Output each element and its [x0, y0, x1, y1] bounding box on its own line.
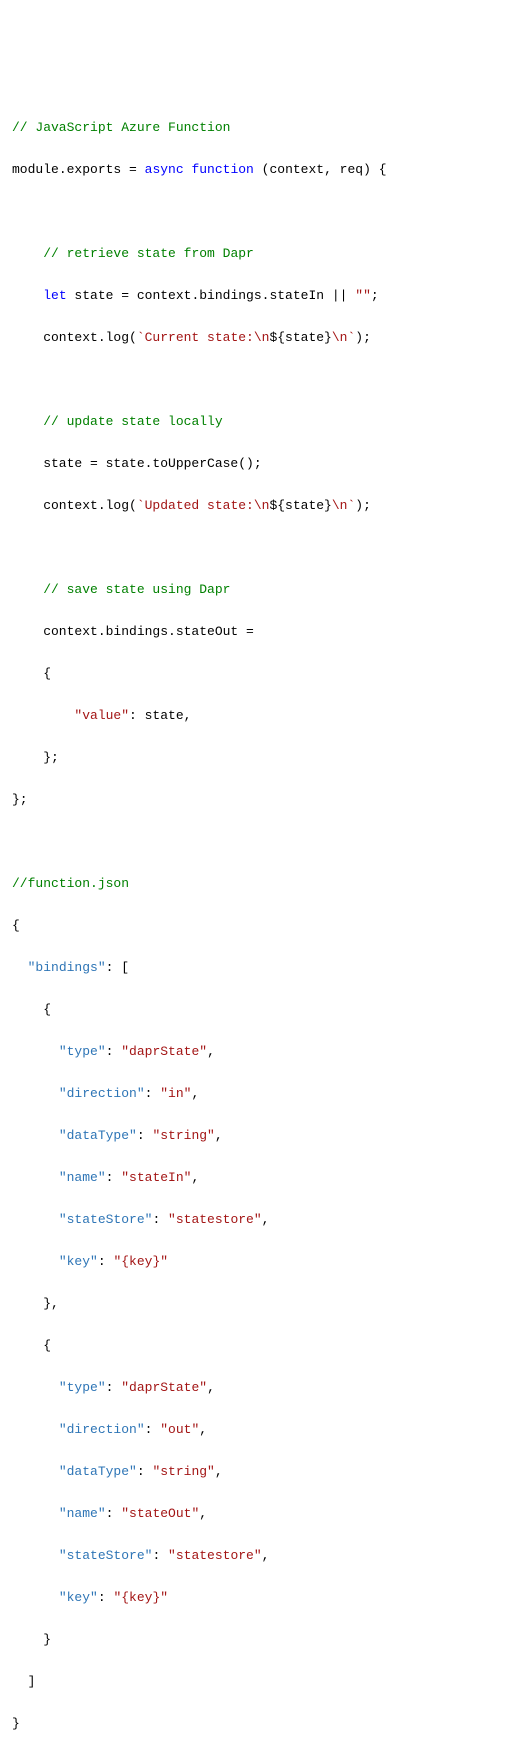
string: "stateIn" — [121, 1170, 191, 1185]
json-key: "key" — [59, 1254, 98, 1269]
token: : — [98, 1590, 114, 1605]
json-key: "dataType" — [59, 1128, 137, 1143]
string: "" — [355, 288, 371, 303]
brace: { — [12, 1002, 51, 1017]
template-string: \n` — [332, 498, 355, 513]
interp: ${state} — [269, 330, 331, 345]
template-string: \n` — [332, 330, 355, 345]
token: ) { — [363, 162, 386, 177]
brace: { — [12, 1338, 51, 1353]
comment: // JavaScript Azure Function — [12, 120, 230, 135]
token: context, req — [269, 162, 363, 177]
interp: ${state} — [269, 498, 331, 513]
token: , — [207, 1380, 215, 1395]
token: , — [207, 1044, 215, 1059]
token: , — [199, 1506, 207, 1521]
token: : — [106, 1170, 122, 1185]
token: , — [191, 1170, 199, 1185]
token: context.log( — [12, 330, 137, 345]
token: : — [145, 1422, 161, 1437]
token: : — [145, 1086, 161, 1101]
token: ); — [355, 498, 371, 513]
token: : — [152, 1548, 168, 1563]
token: ; — [371, 288, 379, 303]
token: : — [137, 1128, 153, 1143]
token: context.bindings.stateOut = — [12, 624, 254, 639]
token: : — [106, 1506, 122, 1521]
brace: } — [12, 1716, 20, 1731]
json-key: "direction" — [59, 1422, 145, 1437]
json-key: "direction" — [59, 1086, 145, 1101]
keyword: async function — [145, 162, 254, 177]
comment: // update state locally — [43, 414, 222, 429]
string: "string" — [152, 1464, 214, 1479]
token: , — [262, 1212, 270, 1227]
comment: // save state using Dapr — [43, 582, 230, 597]
token: ); — [355, 330, 371, 345]
brace: } — [12, 1632, 51, 1647]
token: , — [199, 1422, 207, 1437]
brace: }, — [12, 1296, 59, 1311]
json-key: "type" — [59, 1380, 106, 1395]
token: , — [215, 1464, 223, 1479]
code-block: // JavaScript Azure Function module.expo… — [12, 96, 514, 1748]
string: "in" — [160, 1086, 191, 1101]
string: "statestore" — [168, 1212, 262, 1227]
json-key: "name" — [59, 1506, 106, 1521]
token: : — [106, 1044, 122, 1059]
comment: // retrieve state from Dapr — [43, 246, 254, 261]
template-string: `Updated state:\n — [137, 498, 270, 513]
token: state = state.toUpperCase(); — [12, 456, 262, 471]
token: }; — [12, 750, 59, 765]
string: "daprState" — [121, 1044, 207, 1059]
token: , — [191, 1086, 199, 1101]
string: "out" — [160, 1422, 199, 1437]
string: "stateOut" — [121, 1506, 199, 1521]
string: "{key}" — [113, 1590, 168, 1605]
token: , — [215, 1128, 223, 1143]
token: : — [137, 1464, 153, 1479]
keyword: let — [43, 288, 66, 303]
token: }; — [12, 792, 28, 807]
token: { — [12, 666, 51, 681]
token: : [ — [106, 960, 129, 975]
token: state = context.bindings.stateIn || — [67, 288, 356, 303]
string: "value" — [74, 708, 129, 723]
bracket: ] — [12, 1674, 35, 1689]
string: "string" — [152, 1128, 214, 1143]
json-key: "type" — [59, 1044, 106, 1059]
brace: { — [12, 918, 20, 933]
string: "{key}" — [113, 1254, 168, 1269]
token: .exports = — [59, 162, 145, 177]
token: ( — [254, 162, 270, 177]
token: , — [262, 1548, 270, 1563]
token: : — [98, 1254, 114, 1269]
json-key: "name" — [59, 1170, 106, 1185]
json-key: "dataType" — [59, 1464, 137, 1479]
token: : — [152, 1212, 168, 1227]
token: context.log( — [12, 498, 137, 513]
json-key: "stateStore" — [59, 1212, 153, 1227]
json-key: "bindings" — [28, 960, 106, 975]
string: "statestore" — [168, 1548, 262, 1563]
token: : state, — [129, 708, 191, 723]
template-string: `Current state:\n — [137, 330, 270, 345]
token: : — [106, 1380, 122, 1395]
json-key: "stateStore" — [59, 1548, 153, 1563]
comment: //function.json — [12, 876, 129, 891]
token: module — [12, 162, 59, 177]
string: "daprState" — [121, 1380, 207, 1395]
json-key: "key" — [59, 1590, 98, 1605]
